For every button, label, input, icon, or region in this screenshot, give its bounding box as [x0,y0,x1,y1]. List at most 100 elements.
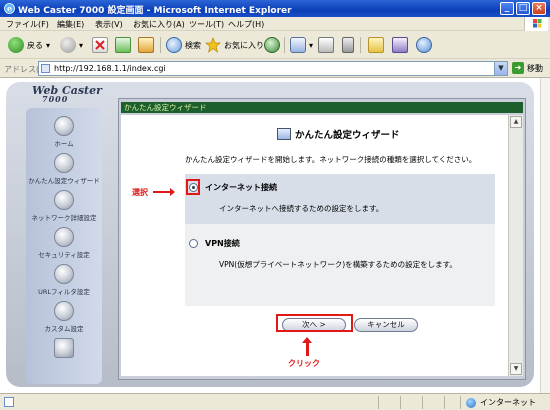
sidebar-item-security[interactable]: セキュリティ設定 [26,227,102,259]
menu-tools[interactable]: ツール(T) [189,19,224,30]
menu-help[interactable]: ヘルプ(H) [228,19,264,30]
mail-icon [290,37,306,53]
chevron-down-icon[interactable]: ▼ [494,62,507,75]
sidebar-item-label: かんたん設定ウィザード [28,177,100,185]
address-url[interactable]: http://192.168.1.1/index.cgi [54,64,166,73]
window-title: Web Caster 7000 設定画面 - Microsoft Interne… [18,6,292,16]
wizard-intro: かんたん設定ウィザードを開始します。ネットワーク接続の種類を選択してください。 [185,155,477,164]
go-label: 移動 [527,63,543,73]
close-button[interactable]: × [532,2,546,15]
address-input[interactable]: http://192.168.1.1/index.cgi ▼ [38,61,508,76]
research-icon [392,37,408,53]
mail-button[interactable]: ▾ [290,36,313,54]
back-dropdown-icon[interactable]: ▾ [46,41,50,50]
network-icon [54,190,74,210]
status-divider [378,396,379,409]
panel-scrollbar[interactable]: ▲ ▼ [508,115,523,376]
page-scrollbar[interactable] [540,78,550,393]
window-title-bar: e Web Caster 7000 設定画面 - Microsoft Inter… [0,0,550,17]
option-vpn-desc: VPN(仮想プライベートネットワーク)を構築するための設定をします。 [219,260,457,269]
option-internet-label[interactable]: インターネット接続 [205,182,277,193]
filter-icon [54,264,74,284]
research-button[interactable] [392,36,408,54]
page-icon [41,64,50,73]
edit-button[interactable] [342,36,354,54]
maximize-button[interactable]: □ [516,2,530,15]
menu-bar: ファイル(F) 編集(E) 表示(V) お気に入り(A) ツール(T) ヘルプ(… [0,17,550,31]
sidebar-item-wizard[interactable]: かんたん設定ウィザード [26,153,102,185]
star-icon [205,37,221,53]
folder-icon [368,37,384,53]
windows-logo-icon [524,17,548,31]
sidebar-item-label: セキュリティ設定 [38,251,90,259]
sidebar-item-url-filter[interactable]: URLフィルタ設定 [26,264,102,296]
security-zone: インターネット [466,397,536,408]
scroll-up-icon[interactable]: ▲ [510,116,522,128]
print-button[interactable] [318,36,334,54]
sidebar-item-label: ネットワーク詳細設定 [31,214,97,222]
print-icon [318,37,334,53]
search-button[interactable]: 検索 [166,36,201,54]
menu-view[interactable]: 表示(V) [95,19,123,30]
favorites-label: お気に入り [224,40,264,50]
mail-dropdown-icon[interactable]: ▾ [309,41,313,50]
scroll-down-icon[interactable]: ▼ [510,363,522,375]
menu-favorites[interactable]: お気に入り(A) [133,19,185,30]
annotation-select: 選択 [132,188,148,197]
sidebar-item-label: ホーム [54,140,74,148]
sidebar: ホーム かんたん設定ウィザード ネットワーク詳細設定 セキュリティ設定 URLフ… [26,108,102,384]
back-button[interactable]: 戻る ▾ [8,36,50,54]
sidebar-item-home[interactable]: ホーム [26,116,102,148]
option-internet-desc: インターネットへ接続するための設定をします。 [219,204,384,213]
back-label: 戻る [27,40,43,50]
custom-icon [54,301,74,321]
messenger-button[interactable] [416,36,432,54]
stop-button[interactable] [92,36,108,54]
option-vpn-label[interactable]: VPN接続 [205,238,240,249]
wizard-panel: かんたん設定ウィザード かんたん設定ウィザードを開始します。ネットワーク接続の種… [121,115,508,376]
home-button[interactable] [138,36,154,54]
sidebar-item-label: カスタム設定 [44,325,84,333]
highlight-radio-frame [186,179,200,195]
messenger-icon [416,37,432,53]
status-bar: インターネット [0,393,550,410]
forward-dropdown-icon[interactable]: ▾ [79,41,83,50]
stop-icon [92,37,108,53]
menu-file[interactable]: ファイル(F) [6,19,49,30]
sidebar-item-blank[interactable] [26,338,102,358]
back-arrow-icon [8,37,24,53]
status-divider [444,396,445,409]
page-done-icon [4,397,14,407]
sidebar-item-custom[interactable]: カスタム設定 [26,301,102,333]
favorites-button[interactable]: お気に入り [205,36,264,54]
folder-button[interactable] [368,36,384,54]
wizard-header: かんたん設定ウィザード [277,127,400,141]
history-button[interactable] [264,36,280,54]
refresh-icon [115,37,131,53]
menu-edit[interactable]: 編集(E) [57,19,84,30]
status-divider [422,396,423,409]
highlight-next-frame [276,314,353,332]
annotation-arrow-up [302,337,312,356]
globe-icon [466,397,476,408]
cancel-button[interactable]: キャンセル [354,318,418,332]
annotation-click: クリック [288,359,320,368]
status-divider [460,396,461,409]
blank-icon [54,338,74,358]
toolbar: 戻る ▾ ▾ 検索 お気に入り ▾ [0,31,550,59]
toolbar-divider [284,37,285,53]
status-divider [400,396,401,409]
toolbar-divider [160,37,161,53]
forward-arrow-icon [60,37,76,53]
go-button[interactable]: ➜ 移動 [512,62,543,74]
page-title: かんたん設定ウィザード [295,130,400,141]
zone-label: インターネット [480,398,536,407]
sidebar-item-network[interactable]: ネットワーク詳細設定 [26,190,102,222]
minimize-button[interactable]: _ [500,2,514,15]
forward-button[interactable]: ▾ [60,36,83,54]
address-bar: アドレス(D) http://192.168.1.1/index.cgi ▼ ➜… [0,59,550,78]
history-icon [264,37,280,53]
refresh-button[interactable] [115,36,131,54]
home-icon [54,116,74,136]
radio-vpn[interactable] [189,239,198,248]
